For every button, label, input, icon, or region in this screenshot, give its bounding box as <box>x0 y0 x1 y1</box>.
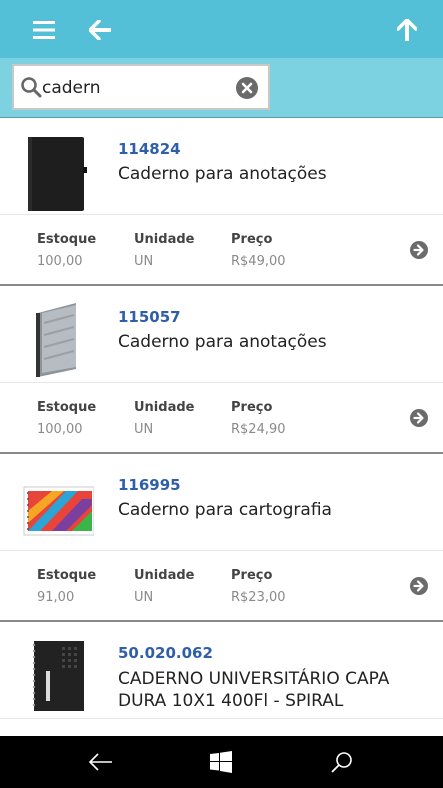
search-box <box>12 64 270 110</box>
product-code: 50.020.062 <box>118 644 213 662</box>
windows-logo-icon[interactable] <box>206 747 236 777</box>
unit-label: Unidade <box>134 232 195 247</box>
search-input[interactable] <box>42 74 232 102</box>
product-thumbnail <box>22 133 94 211</box>
product-code: 116995 <box>118 476 181 494</box>
product-header: 116995 Caderno para cartografia <box>0 454 443 551</box>
stock-field: Estoque 100,00 <box>37 232 96 269</box>
magnifier-icon <box>20 76 44 100</box>
price-label: Preço <box>231 232 273 247</box>
price-value: R$23,00 <box>231 590 286 605</box>
stock-value: 100,00 <box>37 254 83 269</box>
product-card[interactable]: 116995 Caderno para cartografia Estoque … <box>0 454 443 622</box>
app-root: 114824 Caderno para anotações Estoque 10… <box>0 0 443 788</box>
product-name: Caderno para anotações <box>118 164 327 184</box>
product-card[interactable]: 115057 Caderno para anotações Estoque 10… <box>0 286 443 454</box>
arrow-left-icon[interactable] <box>80 10 120 50</box>
product-thumbnail <box>22 301 94 379</box>
unit-field: Unidade UN <box>134 400 194 437</box>
price-field: Preço R$24,90 <box>231 400 286 437</box>
product-card[interactable]: 50.020.062 CADERNO UNIVERSITÁRIO CAPA DU… <box>0 622 443 736</box>
product-header: 114824 Caderno para anotações <box>0 118 443 215</box>
product-details: Estoque 91,00 Unidade UN Preço R$23,00 <box>0 551 443 621</box>
stock-field: Estoque 100,00 <box>37 400 96 437</box>
price-label: Preço <box>231 400 273 415</box>
arrow-right-circle-icon[interactable] <box>409 240 429 260</box>
arrow-up-icon[interactable] <box>387 10 427 50</box>
system-nav-bar <box>0 736 443 788</box>
stock-field: Estoque 91,00 <box>37 568 96 605</box>
product-details: Estoque 100,00 Unidade UN Preço R$24,90 <box>0 383 443 453</box>
product-thumbnail <box>22 469 95 547</box>
search-bar <box>0 58 443 118</box>
price-field: Preço R$49,00 <box>231 232 286 269</box>
product-name: Caderno para anotações <box>118 332 327 352</box>
product-name: CADERNO UNIVERSITÁRIO CAPA DURA 10X1 400… <box>118 669 390 710</box>
product-header: 115057 Caderno para anotações <box>0 286 443 383</box>
unit-value: UN <box>134 590 154 605</box>
unit-field: Unidade UN <box>134 232 194 269</box>
unit-label: Unidade <box>134 400 195 415</box>
back-arrow-icon[interactable] <box>86 747 116 777</box>
hamburger-menu-icon[interactable] <box>24 10 64 50</box>
stock-value: 100,00 <box>37 422 83 437</box>
clear-x-icon[interactable] <box>236 77 258 99</box>
price-value: R$24,90 <box>231 422 286 437</box>
arrow-right-circle-icon[interactable] <box>409 408 429 428</box>
unit-field: Unidade UN <box>134 568 194 605</box>
product-header: 50.020.062 CADERNO UNIVERSITÁRIO CAPA DU… <box>0 622 443 719</box>
unit-value: UN <box>134 254 154 269</box>
price-value: R$49,00 <box>231 254 286 269</box>
product-card[interactable]: 114824 Caderno para anotações Estoque 10… <box>0 118 443 286</box>
product-list: 114824 Caderno para anotações Estoque 10… <box>0 118 443 736</box>
product-code: 114824 <box>118 140 181 158</box>
product-name: Caderno para cartografia <box>118 500 332 520</box>
arrow-right-circle-icon[interactable] <box>409 576 429 596</box>
stock-label: Estoque <box>37 400 97 415</box>
product-details: Estoque 100,00 Unidade UN Preço R$49,00 <box>0 215 443 285</box>
search-icon[interactable] <box>327 747 357 777</box>
stock-label: Estoque <box>37 568 97 583</box>
unit-value: UN <box>134 422 154 437</box>
price-label: Preço <box>231 568 273 583</box>
product-thumbnail <box>22 637 94 715</box>
stock-label: Estoque <box>37 232 97 247</box>
product-code: 115057 <box>118 308 181 326</box>
top-app-bar <box>0 0 443 58</box>
stock-value: 91,00 <box>37 590 75 605</box>
unit-label: Unidade <box>134 568 195 583</box>
price-field: Preço R$23,00 <box>231 568 286 605</box>
